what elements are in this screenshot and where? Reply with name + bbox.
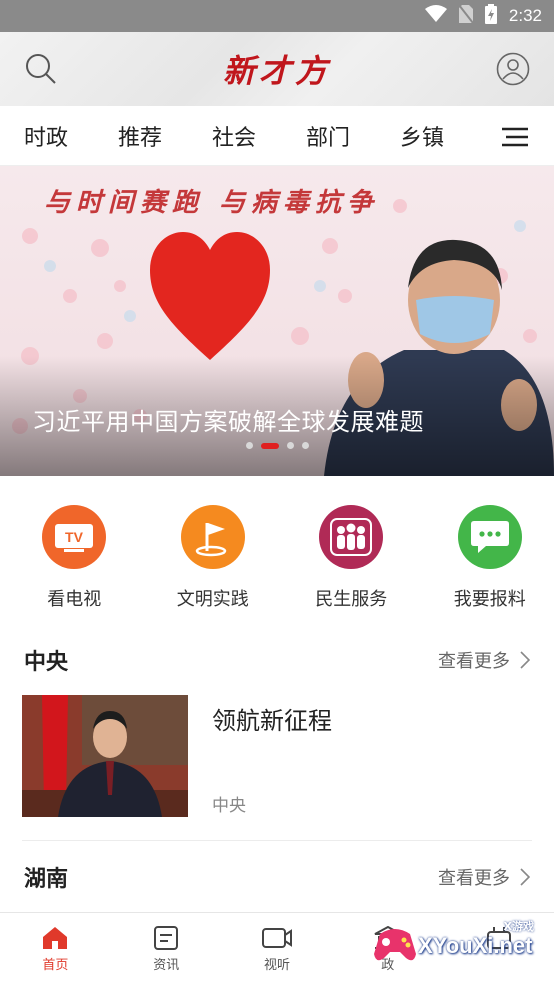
search-button[interactable] xyxy=(24,52,58,86)
banner-caption: 习近平用中国方案破解全球发展难题 xyxy=(32,408,424,436)
tab-tuijian[interactable]: 推荐 xyxy=(118,120,212,152)
section-title: 湖南 xyxy=(24,867,69,892)
battery-icon xyxy=(484,4,497,28)
carousel-dot[interactable] xyxy=(286,442,294,449)
user-icon xyxy=(496,52,530,86)
news-list-item[interactable]: 领航新征程 中央 xyxy=(22,695,532,819)
section-divider xyxy=(22,840,532,841)
menu-icon xyxy=(496,126,528,147)
quick-entry-label: 民生服务 xyxy=(315,589,388,610)
channel-tabs: 时政 推荐 社会 部门 乡镇 xyxy=(0,106,554,166)
tab-shizheng[interactable]: 时政 xyxy=(24,120,118,152)
banner-slogan: 与时间赛跑 与病毒抗争 xyxy=(44,188,380,218)
tab-bumen[interactable]: 部门 xyxy=(306,120,400,152)
news-icon xyxy=(154,926,179,950)
chevron-right-icon xyxy=(520,651,530,669)
watermark-small-text: X游戏 xyxy=(503,920,534,933)
search-icon xyxy=(26,54,56,84)
quick-entry-label: 文明实践 xyxy=(176,589,249,610)
status-bar: 2:32 xyxy=(0,0,554,32)
banner-carousel[interactable]: 与时间赛跑 与病毒抗争 习近平用中国方案破解全球发展难题 xyxy=(0,166,554,476)
tab-label: 首页 xyxy=(42,958,69,973)
no-sim-icon xyxy=(458,4,474,27)
quick-entry-label: 看电视 xyxy=(47,589,102,610)
carousel-dot[interactable] xyxy=(245,442,253,449)
quick-entry-label: 我要报料 xyxy=(453,589,526,610)
tab-label: 资讯 xyxy=(153,958,180,973)
section-header-central: 中央 查看更多 xyxy=(0,640,554,680)
watermark-text: XYouXi.net xyxy=(418,933,533,958)
tab-xiangzhen[interactable]: 乡镇 xyxy=(400,120,494,152)
site-watermark: XYouXi.net X游戏 xyxy=(372,918,548,974)
tv-icon: TV xyxy=(42,505,107,569)
carousel-indicators xyxy=(0,442,554,449)
tab-shehui[interactable]: 社会 xyxy=(212,120,306,152)
tab-news[interactable]: 资讯 xyxy=(111,913,222,986)
carousel-dot[interactable] xyxy=(301,442,309,449)
quick-entries: TV 看电视 文明实践 民生服务 我要报料 xyxy=(0,505,554,615)
section-header-hunan: 湖南 查看更多 xyxy=(0,857,554,897)
tab-video[interactable]: 视听 xyxy=(222,913,333,986)
flag-icon xyxy=(180,505,245,569)
news-thumbnail xyxy=(22,695,188,817)
chat-icon xyxy=(457,505,522,569)
channel-menu-button[interactable] xyxy=(496,126,528,152)
quick-entry-tv[interactable]: TV 看电视 xyxy=(10,505,139,615)
see-more-label: 查看更多 xyxy=(438,651,510,672)
tab-home[interactable]: 首页 xyxy=(0,913,111,986)
video-icon xyxy=(261,928,292,948)
home-icon xyxy=(43,927,68,949)
see-more-button[interactable]: 查看更多 xyxy=(438,647,530,673)
see-more-button[interactable]: 查看更多 xyxy=(438,864,530,890)
app-header: 新才方 xyxy=(0,32,554,106)
people-icon xyxy=(319,505,384,569)
see-more-label: 查看更多 xyxy=(438,868,510,889)
app-logo: 新才方 xyxy=(222,52,331,90)
quick-entry-report[interactable]: 我要报料 xyxy=(426,505,554,615)
chevron-right-icon xyxy=(520,868,530,886)
quick-entry-civilization[interactable]: 文明实践 xyxy=(149,505,278,615)
tab-label: 视听 xyxy=(263,958,290,973)
gamepad-logo-icon xyxy=(374,929,416,961)
wifi-icon xyxy=(424,5,447,27)
tv-badge: TV xyxy=(65,529,84,545)
quick-entry-livelihood[interactable]: 民生服务 xyxy=(287,505,416,615)
carousel-dot-active[interactable] xyxy=(260,442,279,449)
profile-button[interactable] xyxy=(496,52,530,86)
section-title: 中央 xyxy=(24,650,69,675)
clock: 2:32 xyxy=(508,6,542,25)
news-title: 领航新征程 xyxy=(212,707,332,735)
red-heart-image xyxy=(150,232,270,366)
news-source: 中央 xyxy=(212,796,246,816)
